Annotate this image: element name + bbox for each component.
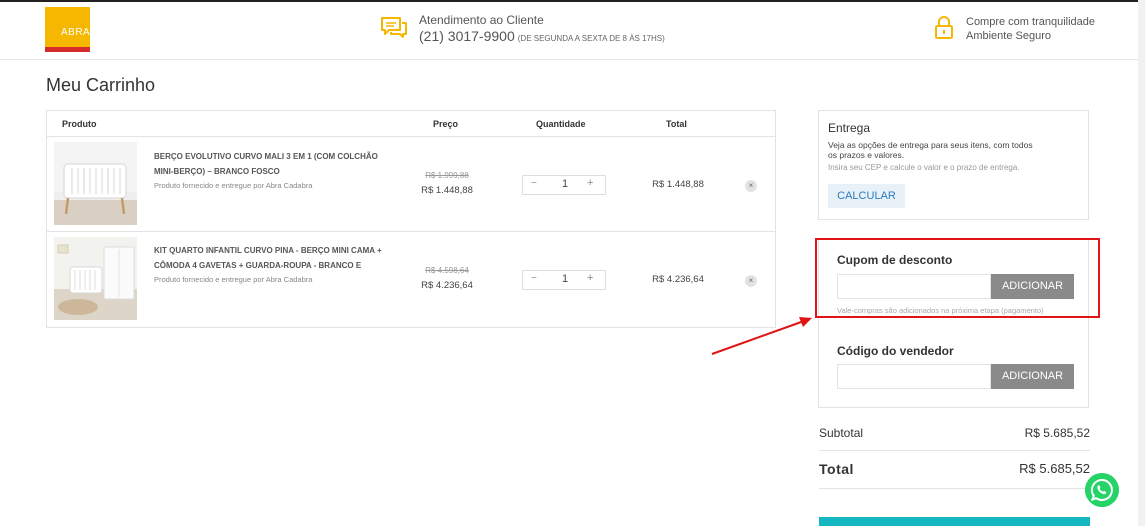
codes-panel: Cupom de desconto ADICIONAR Vale-compras… [818, 238, 1089, 408]
quantity-value[interactable]: 1 [559, 273, 571, 285]
column-header-product: Produto [62, 119, 97, 129]
logo-text: ABRA [61, 27, 91, 38]
product-price: R$ 4.236,64 [421, 280, 473, 291]
product-old-price: R$ 1.999,88 [425, 171, 469, 180]
quantity-increase-button[interactable]: + [587, 272, 593, 284]
product-image-crib[interactable] [54, 142, 137, 225]
subtotal-value: R$ 5.685,52 [1024, 426, 1090, 440]
total-value: R$ 5.685,52 [1019, 461, 1090, 476]
line-total: R$ 1.448,88 [652, 179, 704, 190]
product-price: R$ 1.448,88 [421, 185, 473, 196]
logo-red-bar [45, 47, 90, 52]
cart-row: BERÇO EVOLUTIVO CURVO MALI 3 EM 1 (COM C… [47, 136, 775, 232]
site-header: ABRA Atendimento ao Cliente (21) 3017-99… [0, 0, 1145, 60]
quantity-decrease-button[interactable]: − [531, 273, 537, 284]
whatsapp-icon[interactable] [1085, 473, 1119, 507]
quantity-stepper: − 1 + [522, 175, 606, 195]
quantity-stepper: − 1 + [522, 270, 606, 290]
summary-divider [819, 450, 1090, 451]
column-header-price: Preço [433, 119, 459, 129]
shipping-title: Entrega [828, 121, 871, 135]
seller-code-title: Código do vendedor [837, 344, 954, 358]
product-image-room-kit[interactable] [54, 237, 137, 320]
summary-divider [819, 488, 1090, 489]
product-name[interactable]: BERÇO EVOLUTIVO CURVO MALI 3 EM 1 (COM C… [154, 149, 394, 179]
page-scrollbar[interactable] [1138, 0, 1145, 526]
product-seller: Produto fornecido e entregue por Abra Ca… [154, 181, 313, 190]
shipping-description: Veja as opções de entrega para seus iten… [828, 140, 1033, 160]
add-seller-code-button[interactable]: ADICIONAR [991, 364, 1074, 389]
shipping-panel: Entrega Veja as opções de entrega para s… [818, 110, 1089, 220]
product-old-price: R$ 4.598,64 [425, 266, 469, 275]
lock-icon [935, 16, 953, 39]
shipping-hint: Insira seu CEP e calcule o valor e o pra… [828, 163, 1020, 172]
add-coupon-button[interactable]: ADICIONAR [991, 274, 1074, 299]
coupon-title: Cupom de desconto [837, 253, 953, 267]
secure-line-2: Ambiente Seguro [966, 30, 1051, 42]
support-phone-number[interactable]: (21) 3017-9900 [419, 28, 515, 44]
product-name[interactable]: KIT QUARTO INFANTIL CURVO PINA - BERÇO M… [154, 243, 394, 273]
column-header-total: Total [666, 119, 687, 129]
store-logo[interactable]: ABRA [45, 7, 90, 52]
coupon-input[interactable] [837, 274, 991, 299]
subtotal-label: Subtotal [819, 426, 864, 440]
secure-line-1: Compre com tranquilidade [966, 16, 1096, 28]
chat-bubbles-icon [381, 17, 407, 38]
quantity-decrease-button[interactable]: − [531, 178, 537, 189]
seller-code-input[interactable] [837, 364, 991, 389]
total-label: Total [819, 461, 854, 477]
coupon-note: Vale-compras são adicionados na próxima … [837, 306, 1044, 315]
checkout-button[interactable] [819, 517, 1090, 526]
support-phone[interactable]: (21) 3017-9900 (DE SEGUNDA A SEXTA DE 8 À… [419, 28, 665, 44]
close-icon[interactable]: × [745, 180, 757, 192]
support-title: Atendimento ao Cliente [419, 13, 544, 27]
quantity-value[interactable]: 1 [559, 178, 571, 190]
cart-table: Produto Preço Quantidade Total BERÇO EVO… [46, 110, 776, 328]
column-header-quantity: Quantidade [536, 119, 586, 129]
page-title: Meu Carrinho [46, 75, 156, 95]
calculate-shipping-button[interactable]: CALCULAR [828, 184, 905, 208]
cart-row: KIT QUARTO INFANTIL CURVO PINA - BERÇO M… [47, 231, 775, 327]
product-seller: Produto fornecido e entregue por Abra Ca… [154, 275, 313, 284]
support-hours: (DE SEGUNDA A SEXTA DE 8 ÀS 17HS) [517, 34, 665, 43]
quantity-increase-button[interactable]: + [587, 177, 593, 189]
close-icon[interactable]: × [745, 275, 757, 287]
line-total: R$ 4.236,64 [652, 274, 704, 285]
